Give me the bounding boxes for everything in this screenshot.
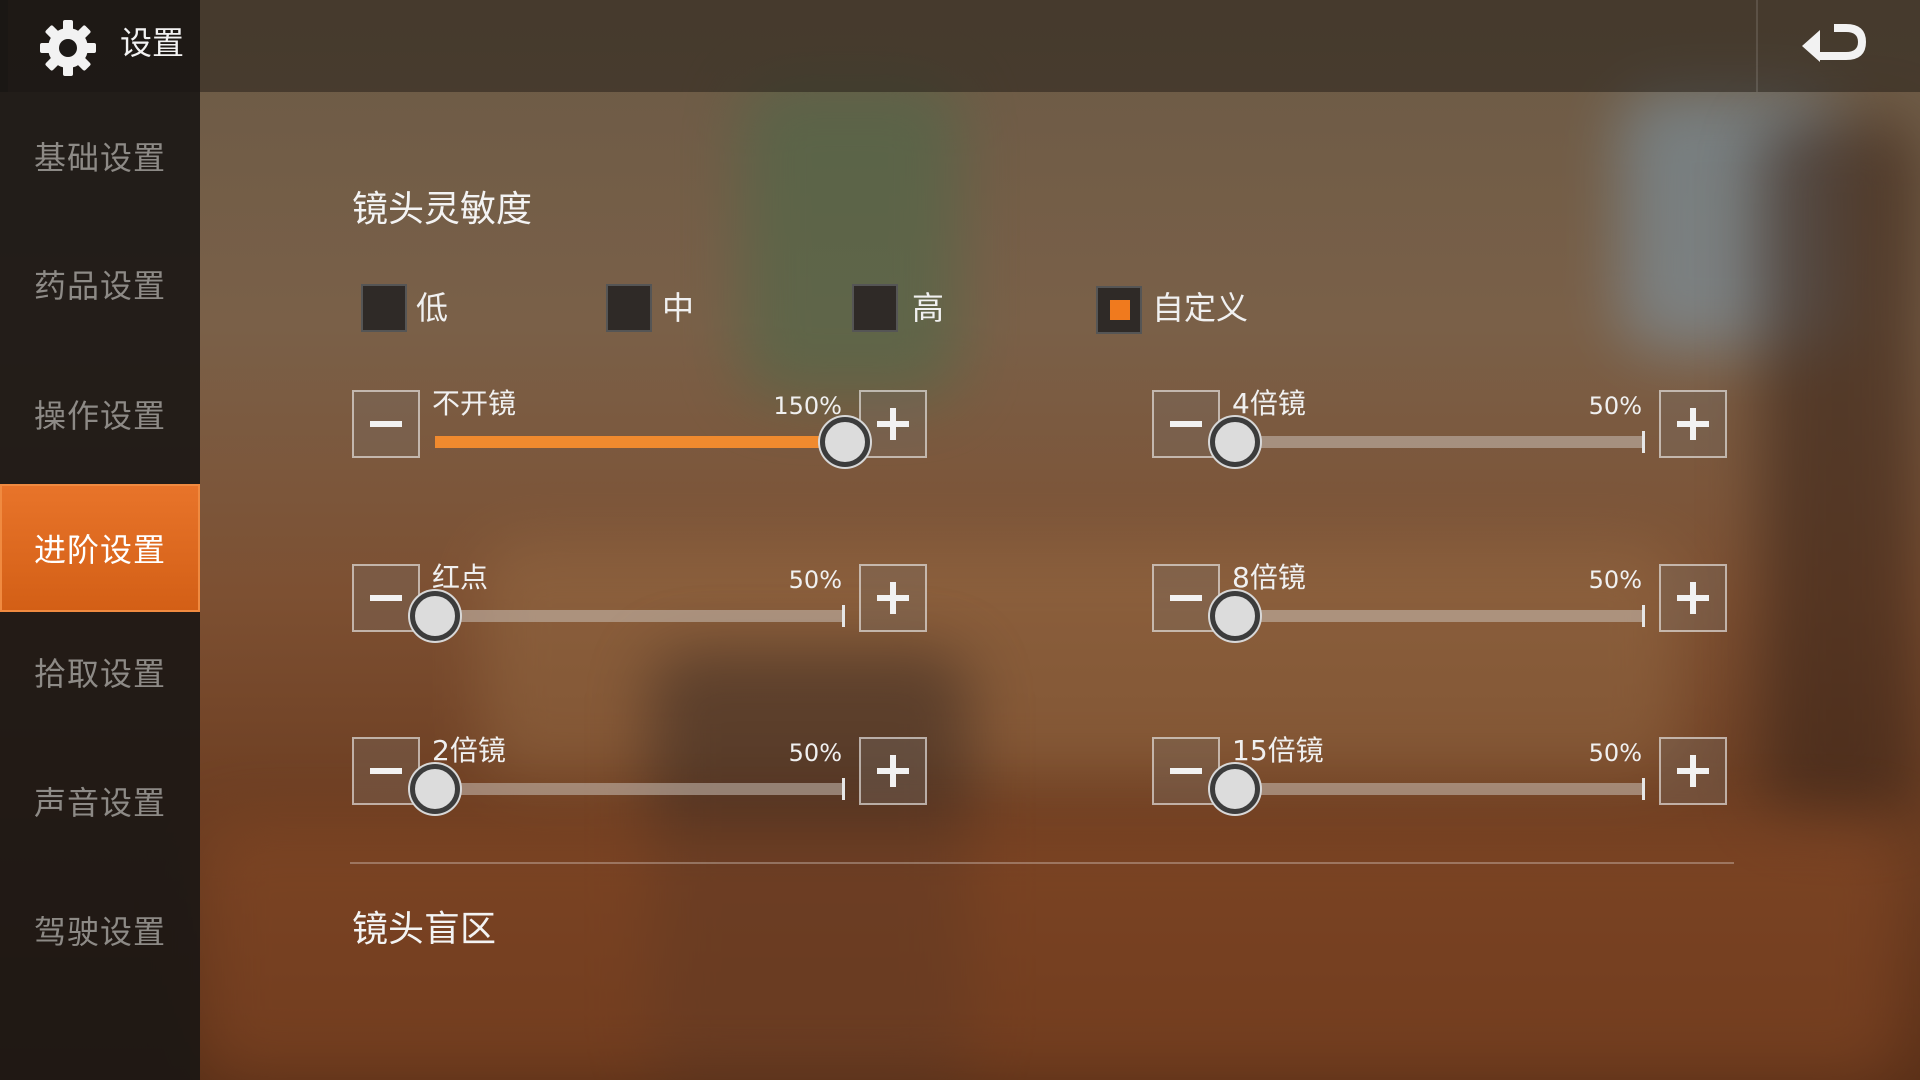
no-scope-label: 不开镜	[432, 387, 517, 420]
sidebar-item-pickup[interactable]: 拾取设置	[0, 608, 200, 736]
minus-icon	[370, 595, 402, 601]
2x-scope-value: 50%	[788, 739, 842, 767]
sidebar-item-advanced[interactable]: 进阶设置	[0, 484, 200, 612]
no-scope-slider-knob[interactable]	[820, 417, 870, 467]
top-bar: 设置	[0, 0, 1920, 92]
sidebar-item-medicine[interactable]: 药品设置	[0, 220, 200, 348]
8x-scope-slider-track[interactable]	[1235, 605, 1645, 627]
minus-icon	[370, 768, 402, 774]
minus-icon	[1170, 421, 1202, 427]
track-end-marker	[1642, 778, 1645, 800]
red-dot-value: 50%	[788, 566, 842, 594]
settings-header: 设置	[0, 0, 200, 92]
plus-icon	[1677, 408, 1709, 440]
sensitivity-title: 镜头灵敏度	[352, 189, 533, 230]
blind-zone-title: 镜头盲区	[352, 909, 497, 950]
4x-scope-value: 50%	[1588, 392, 1642, 420]
no-scope-slider-track[interactable]	[435, 431, 845, 453]
gear-icon	[40, 20, 96, 76]
sidebar: 基础设置 药品设置 操作设置 进阶设置 拾取设置 声音设置 驾驶设置	[0, 92, 200, 1080]
15x-scope-value: 50%	[1588, 739, 1642, 767]
plus-icon	[877, 582, 909, 614]
section-divider	[350, 862, 1734, 864]
preset-high-label: 高	[912, 289, 945, 327]
15x-scope-label: 15倍镜	[1232, 734, 1324, 767]
preset-custom-label: 自定义	[1152, 289, 1249, 327]
sidebar-item-controls[interactable]: 操作设置	[0, 350, 200, 478]
sidebar-item-basic[interactable]: 基础设置	[0, 92, 200, 220]
preset-custom-checkbox[interactable]	[1096, 286, 1142, 334]
checked-indicator	[1110, 300, 1130, 320]
track-end-marker	[1642, 431, 1645, 453]
preset-medium-label: 中	[662, 289, 695, 327]
4x-scope-label: 4倍镜	[1232, 387, 1306, 420]
red-dot-slider-knob[interactable]	[410, 591, 460, 641]
15x-scope-increase-button[interactable]	[1659, 737, 1727, 805]
4x-scope-slider-track[interactable]	[1235, 431, 1645, 453]
plus-icon	[877, 408, 909, 440]
plus-icon	[1677, 755, 1709, 787]
plus-icon	[877, 755, 909, 787]
track-end-marker	[842, 778, 845, 800]
4x-scope-slider-knob[interactable]	[1210, 417, 1260, 467]
preset-high-checkbox[interactable]	[852, 284, 898, 332]
track-end-marker	[1642, 605, 1645, 627]
minus-icon	[1170, 768, 1202, 774]
sidebar-item-sound[interactable]: 声音设置	[0, 737, 200, 865]
red-dot-slider-track[interactable]	[435, 605, 845, 627]
8x-scope-value: 50%	[1588, 566, 1642, 594]
2x-scope-slider-knob[interactable]	[410, 764, 460, 814]
game-background	[0, 0, 1920, 1080]
preset-medium-checkbox[interactable]	[606, 284, 652, 332]
no-scope-decrease-button[interactable]	[352, 390, 420, 458]
preset-low-label: 低	[416, 289, 449, 327]
8x-scope-slider-knob[interactable]	[1210, 591, 1260, 641]
minus-icon	[370, 421, 402, 427]
page-title: 设置	[120, 24, 185, 62]
2x-scope-label: 2倍镜	[432, 734, 506, 767]
2x-scope-increase-button[interactable]	[859, 737, 927, 805]
8x-scope-increase-button[interactable]	[1659, 564, 1727, 632]
red-dot-increase-button[interactable]	[859, 564, 927, 632]
15x-scope-slider-knob[interactable]	[1210, 764, 1260, 814]
preset-low-checkbox[interactable]	[361, 284, 407, 332]
minus-icon	[1170, 595, 1202, 601]
4x-scope-increase-button[interactable]	[1659, 390, 1727, 458]
2x-scope-slider-track[interactable]	[435, 778, 845, 800]
track-end-marker	[842, 605, 845, 627]
sidebar-item-driving[interactable]: 驾驶设置	[0, 866, 200, 994]
no-scope-slider-fill	[435, 436, 845, 448]
no-scope-value: 150%	[773, 392, 842, 420]
back-arrow-icon	[1802, 24, 1866, 62]
red-dot-label: 红点	[432, 561, 489, 594]
plus-icon	[1677, 582, 1709, 614]
8x-scope-label: 8倍镜	[1232, 561, 1306, 594]
15x-scope-slider-track[interactable]	[1235, 778, 1645, 800]
back-button[interactable]	[1756, 0, 1920, 92]
